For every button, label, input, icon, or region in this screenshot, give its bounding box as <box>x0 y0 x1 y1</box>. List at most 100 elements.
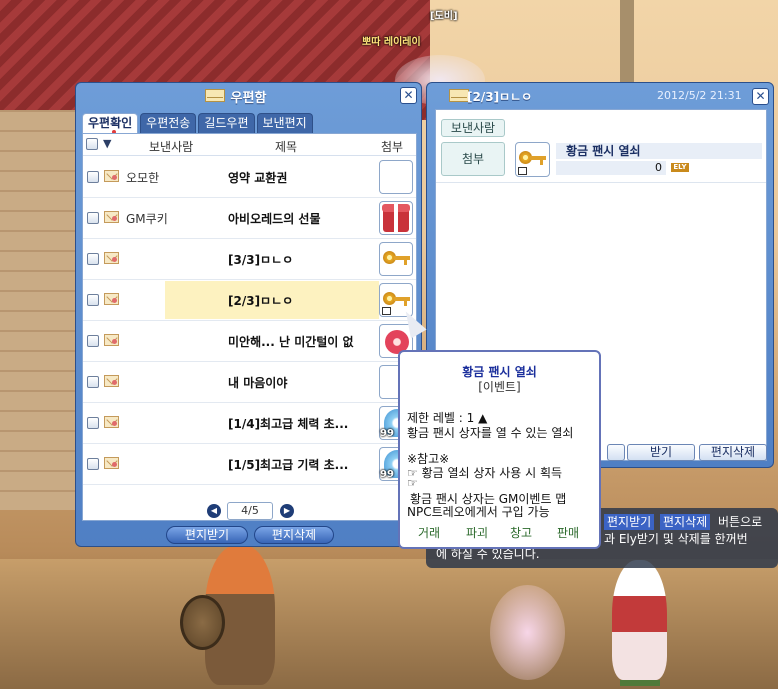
envelope-icon <box>104 416 119 428</box>
attach-label: 첨부 <box>441 142 505 176</box>
hint-highlight-delete: 편지삭제 <box>660 514 711 530</box>
row-checkbox[interactable] <box>87 294 99 306</box>
mail-row[interactable]: 내 마음이야 <box>83 362 416 403</box>
attachment-slot[interactable] <box>379 201 413 235</box>
mail-row[interactable]: [1/5]최고급 기력 초... 99 <box>83 444 416 485</box>
gift-box-icon <box>382 204 410 232</box>
receive-button[interactable]: 받기 <box>627 444 695 461</box>
mail-row[interactable]: [3/3]ㅁㄴㅇ <box>83 239 416 280</box>
tab-check-mail[interactable]: 우편확인 <box>82 113 139 133</box>
pagination: ◀ 4/5 ▶ <box>83 502 416 520</box>
hint-text: 과 Ely받기 및 삭제를 한꺼번 <box>604 532 748 546</box>
delete-button[interactable]: 편지삭제 <box>699 444 767 461</box>
npc-name-tag: [도비] <box>430 11 458 22</box>
mail-subject: 아비오레드의 선물 <box>228 212 321 226</box>
delete-mail-button[interactable]: 편지삭제 <box>254 526 334 544</box>
mail-list: ▼ 보낸사람 제목 첨부 오모한 영약 교환권 GM쿠키 아비오레드의 선물 [… <box>82 133 417 521</box>
mail-subject: 내 마음이야 <box>228 376 288 390</box>
row-checkbox[interactable] <box>87 376 99 388</box>
sort-down-icon[interactable]: ▼ <box>103 137 111 150</box>
envelope-icon <box>104 375 119 387</box>
tooltip-action-storage[interactable]: 창고 <box>510 524 532 541</box>
tooltip-description: 황금 팬시 상자를 열 수 있는 열쇠 <box>407 426 574 440</box>
mail-subject: [1/5]최고급 기력 초... <box>228 458 349 472</box>
prev-page-button[interactable]: ◀ <box>207 504 221 518</box>
close-button[interactable]: ✕ <box>400 87 417 104</box>
mail-subject: 영약 교환권 <box>228 171 288 185</box>
mail-row[interactable]: [1/4]최고급 체력 초... 99 <box>83 403 416 444</box>
reply-button[interactable] <box>607 444 625 461</box>
mail-row-selected[interactable]: [2/3]ㅁㄴㅇ <box>83 280 416 321</box>
envelope-icon <box>104 293 119 305</box>
ely-currency-icon: ELY <box>671 163 689 172</box>
tooltip-action-trade[interactable]: 거래 <box>418 524 440 541</box>
tab-sent-mail[interactable]: 보낸편지 <box>256 113 313 133</box>
player-character[interactable] <box>612 560 667 680</box>
mailbox-title-bar[interactable]: 우편함 ✕ <box>76 83 421 107</box>
mail-subject: 미안해... 난 미간털이 없 <box>228 335 354 349</box>
envelope-icon <box>104 170 119 182</box>
envelope-icon <box>104 211 119 223</box>
ely-amount: 0 <box>556 161 666 175</box>
attached-item-slot[interactable] <box>515 142 550 177</box>
row-checkbox[interactable] <box>87 253 99 265</box>
mailbox-window: 우편함 ✕ 우편확인 우편전송 길드우편 보낸편지 ▼ 보낸사람 제목 첨부 오… <box>75 82 422 547</box>
mail-subject: [3/3]ㅁㄴㅇ <box>228 253 294 267</box>
mailbox-tabs: 우편확인 우편전송 길드우편 보낸편지 <box>82 113 313 133</box>
envelope-icon <box>104 252 119 264</box>
envelope-icon <box>449 89 469 102</box>
tooltip-actions: 거래 파괴 창고 판매 <box>400 524 599 540</box>
row-checkbox[interactable] <box>87 458 99 470</box>
mail-subject: [2/3]ㅁㄴㅇ <box>228 294 294 308</box>
row-checkbox[interactable] <box>87 212 99 224</box>
row-checkbox[interactable] <box>87 417 99 429</box>
mail-row[interactable]: 오모한 영약 교환권 <box>83 157 416 198</box>
select-all-checkbox[interactable] <box>86 138 98 150</box>
tooltip-note-line: NPC트레오에게서 구입 가능 <box>407 505 550 519</box>
item-tooltip: 황금 팬시 열쇠 [이벤트] 제한 레벨 : 1 ▲ 황금 팬시 상자를 열 수… <box>398 350 601 549</box>
tooltip-note-line: ☞ 황금 열쇠 상자 사용 시 획득 <box>407 466 563 480</box>
attached-item-name: 황금 팬시 열쇠 <box>556 143 762 159</box>
npc-name-tag: 뽀따 레이레이 <box>362 37 421 48</box>
item-quantity: 99 <box>380 428 394 439</box>
receive-mail-button[interactable]: 편지받기 <box>166 526 248 544</box>
sender-label: 보낸사람 <box>441 119 505 137</box>
envelope-icon <box>104 334 119 346</box>
column-header-sender: 보낸사람 <box>149 140 194 154</box>
page-indicator: 4/5 <box>227 502 273 520</box>
mail-row[interactable]: GM쿠키 아비오레드의 선물 <box>83 198 416 239</box>
attachment-slot-empty[interactable] <box>379 160 413 194</box>
column-header-subject: 제목 <box>275 140 298 154</box>
tooltip-item-category: [이벤트] <box>478 380 521 394</box>
tab-guild-mail[interactable]: 길드우편 <box>198 113 255 133</box>
mail-list-header: ▼ 보낸사람 제목 첨부 <box>83 134 416 156</box>
detail-title-bar[interactable]: [2/3]ㅁㄴㅇ 2012/5/2 21:31 ✕ <box>427 83 773 107</box>
tooltip-note-line: ☞ <box>407 476 418 490</box>
tooltip-action-destroy[interactable]: 파괴 <box>466 524 488 541</box>
tab-send-mail[interactable]: 우편전송 <box>140 113 197 133</box>
mail-date: 2012/5/2 21:31 <box>657 89 742 102</box>
tooltip-action-sell[interactable]: 판매 <box>557 524 579 541</box>
golden-key-icon <box>519 151 547 165</box>
mail-sender: GM쿠키 <box>126 212 168 226</box>
golden-key-icon <box>383 292 411 306</box>
quantity-marker-icon <box>382 307 391 315</box>
row-checkbox[interactable] <box>87 335 99 347</box>
attachment-slot[interactable] <box>379 242 413 276</box>
close-button[interactable]: ✕ <box>752 88 769 105</box>
fairy-character[interactable] <box>490 585 565 680</box>
item-quantity: 99 <box>380 469 394 480</box>
golden-key-icon <box>383 251 411 265</box>
window-title: 우편함 <box>230 91 267 106</box>
mail-sender: 오모한 <box>126 171 160 185</box>
mail-row[interactable]: 미안해... 난 미간털이 없 <box>83 321 416 362</box>
shield-icon <box>180 595 225 650</box>
column-header-attach: 첨부 <box>381 140 404 154</box>
player-hp-bar <box>620 680 660 686</box>
envelope-icon <box>104 457 119 469</box>
row-checkbox[interactable] <box>87 171 99 183</box>
hint-highlight-receive: 편지받기 <box>604 514 655 530</box>
mail-subject: [1/4]최고급 체력 초... <box>228 417 349 431</box>
divider <box>436 182 766 183</box>
next-page-button[interactable]: ▶ <box>280 504 294 518</box>
